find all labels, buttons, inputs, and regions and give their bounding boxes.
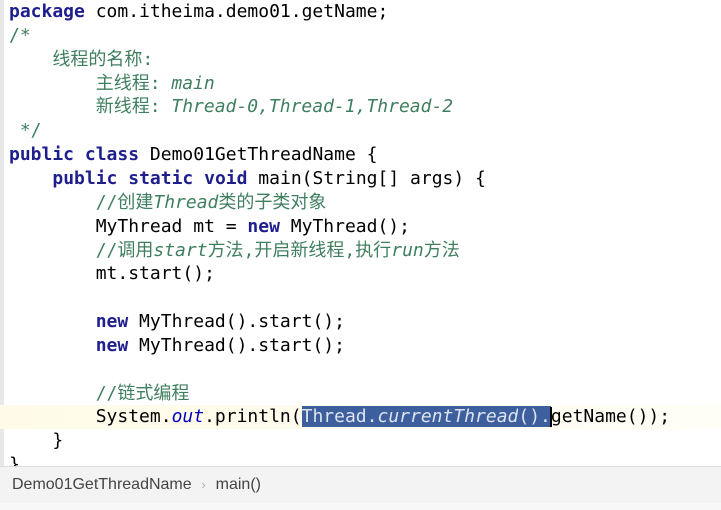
code-token: }: [9, 430, 64, 452]
comment-token: //创建: [9, 191, 154, 213]
code-line[interactable]: 主线程: main: [9, 72, 215, 96]
code-line[interactable]: package com.itheima.demo01.getName;: [9, 0, 388, 24]
comment-token: 新线程:: [9, 96, 172, 118]
breadcrumb: Demo01GetThreadName › main(): [0, 466, 721, 504]
keyword-token: public: [52, 167, 118, 189]
selected-text: currentThread: [377, 406, 519, 428]
keyword-token: class: [84, 144, 140, 166]
code-line[interactable]: public class Demo01GetThreadName {: [9, 143, 377, 167]
keyword-token: void: [204, 167, 248, 189]
code-token: }: [9, 454, 20, 466]
code-line[interactable]: //链式编程: [9, 382, 190, 406]
code-token: mt.start();: [9, 263, 215, 285]
keyword-token: new: [247, 215, 280, 237]
comment-token: 方法,开启新线程,执行: [207, 239, 392, 261]
keyword-token: package: [9, 1, 85, 22]
breadcrumb-item-method[interactable]: main(): [216, 476, 261, 494]
comment-token: 类的子类对象: [218, 191, 327, 213]
breadcrumb-separator: ›: [201, 478, 206, 492]
code-token: main(String[] args) {: [247, 167, 486, 189]
selected-text: Thread.: [301, 406, 378, 428]
code-token: MyThread().start();: [128, 334, 345, 356]
selected-text: ().: [518, 406, 551, 428]
code-line[interactable]: //创建Thread类的子类对象: [9, 191, 327, 215]
code-line[interactable]: 线程的名称:: [9, 48, 153, 72]
comment-token: run: [391, 239, 424, 261]
code-line[interactable]: System.out.println(Thread.currentThread(…: [0, 405, 721, 430]
editor-gutter: [0, 0, 4, 466]
code-line[interactable]: }: [9, 453, 20, 466]
comment-token: Thread-0,Thread-1,Thread-2: [171, 96, 454, 118]
comment-token: */: [9, 120, 42, 142]
comment-token: 方法: [423, 239, 460, 261]
code-line[interactable]: //调用start方法,开启新线程,执行run方法: [9, 239, 460, 263]
code-line[interactable]: mt.start();: [9, 262, 215, 286]
code-line[interactable]: 新线程: Thread-0,Thread-1,Thread-2: [9, 95, 453, 119]
code-line[interactable]: public static void main(String[] args) {: [9, 167, 486, 191]
code-token: MyThread().start();: [128, 311, 345, 333]
comment-token: 线程的名称:: [9, 48, 154, 70]
code-editor[interactable]: package com.itheima.demo01.getName;/* 线程…: [0, 0, 721, 466]
code-token: Demo01GetThreadName {: [139, 144, 378, 166]
comment-token: //调用: [9, 239, 154, 261]
code-token: MyThread mt =: [9, 215, 248, 237]
code-line[interactable]: /*: [9, 24, 31, 48]
code-line[interactable]: }: [9, 429, 63, 453]
keyword-token: new: [95, 334, 129, 356]
breadcrumb-item-class[interactable]: Demo01GetThreadName: [0, 476, 192, 494]
bottom-panel-edge: [0, 503, 721, 510]
comment-token: 主线程:: [9, 72, 172, 94]
code-token: System.: [9, 406, 172, 428]
code-token: MyThread();: [279, 215, 410, 237]
code-line[interactable]: */: [9, 119, 42, 143]
keyword-token: new: [95, 311, 129, 333]
keyword-token: public: [9, 144, 75, 166]
comment-token: //链式编程: [9, 382, 190, 404]
code-line[interactable]: new MyThread().start();: [9, 310, 345, 334]
comment-token: Thread: [153, 191, 219, 213]
code-token: com.itheima.demo01.getName;: [84, 1, 389, 22]
code-line[interactable]: new MyThread().start();: [9, 334, 345, 358]
code-token: out: [171, 406, 205, 428]
code-token: .println(: [204, 406, 302, 428]
code-line[interactable]: MyThread mt = new MyThread();: [9, 215, 410, 239]
comment-token: start: [153, 239, 208, 261]
comment-token: /*: [9, 24, 31, 46]
keyword-token: static: [128, 167, 194, 189]
code-token: getName());: [550, 406, 671, 428]
comment-token: main: [171, 72, 215, 94]
